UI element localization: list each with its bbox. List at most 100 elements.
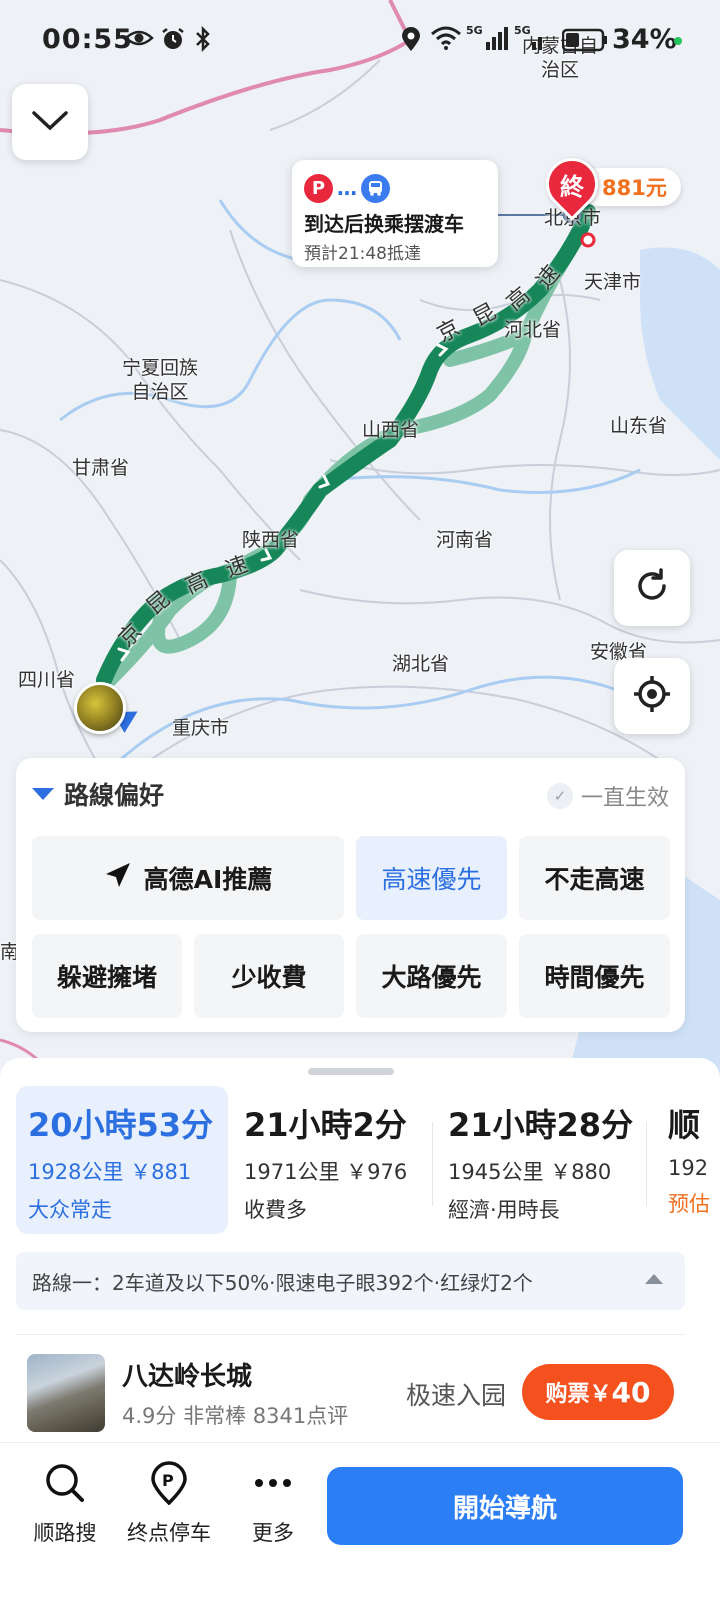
svg-text:5G: 5G: [466, 24, 483, 37]
refresh-button[interactable]: [614, 550, 690, 626]
destination-pin-label: 終: [560, 172, 584, 201]
pref-avoid-jam-label: 躲避擁堵: [56, 963, 157, 992]
route-time: 20小時53分: [28, 1106, 214, 1144]
refresh-icon: [633, 567, 671, 609]
route-option-2[interactable]: 21小時2分 1971公里 ￥976 收費多: [232, 1086, 428, 1234]
pref-ai-recommend-button[interactable]: 高德AI推薦: [32, 836, 344, 920]
label-sichuan: 四川省: [18, 669, 76, 691]
crosshair-icon: [632, 674, 672, 718]
ellipsis-icon: …: [337, 176, 357, 200]
start-navigation-button[interactable]: 開始導航: [327, 1467, 683, 1545]
parking-icon: P: [304, 173, 333, 203]
more-button[interactable]: 更多: [228, 1461, 318, 1547]
label-tianjin: 天津市: [584, 271, 642, 293]
start-avatar[interactable]: [74, 682, 126, 734]
search-icon: [43, 1461, 87, 1509]
bluetooth-icon: [194, 25, 212, 58]
route-tag: 經濟·用時長: [448, 1198, 560, 1222]
route-distance-cost: 1928公里 ￥881: [28, 1160, 192, 1184]
more-dots-icon: [251, 1461, 295, 1509]
label-shanxi: 山西省: [362, 419, 420, 441]
poi-rating: 4.9分 非常棒 8341点评: [122, 1404, 349, 1428]
battery-icon: [561, 28, 608, 58]
clock: 00:55: [42, 24, 133, 55]
preference-title: 路線偏好: [64, 781, 165, 810]
route-divider: [646, 1122, 647, 1206]
more-label: 更多: [252, 1521, 294, 1545]
pref-time-label: 時間優先: [544, 963, 645, 992]
always-effective-label: 一直生效: [580, 786, 669, 811]
bottom-action-bar: 顺路搜 P 终点停车 更多 開始導航: [0, 1442, 720, 1610]
chevron-down-icon: [30, 108, 70, 136]
collapse-button[interactable]: [12, 84, 88, 160]
wifi-icon: [430, 26, 462, 56]
signal-5g-icon: 5G: [514, 24, 544, 55]
route-preference-panel: 路線偏好 ✓ 一直生效 高德AI推薦 高速優先 不走高速 躲避擁堵 少收費 大路…: [16, 758, 685, 1032]
route-option-1[interactable]: 20小時53分 1928公里 ￥881 大众常走: [16, 1086, 228, 1234]
ticket-label: 购票: [545, 1382, 590, 1407]
parking-pin-icon: P: [149, 1461, 189, 1509]
label-henan: 河南省: [436, 529, 494, 551]
route-distance-cost: 1971公里 ￥976: [244, 1160, 408, 1184]
pref-main-road-button[interactable]: 大路優先: [356, 934, 507, 1018]
label-hebei: 河北省: [504, 319, 562, 341]
ticket-currency: ￥: [589, 1382, 612, 1407]
buy-ticket-button[interactable]: 购票 ￥ 40: [522, 1364, 674, 1420]
pref-highway-label: 高速優先: [381, 865, 482, 894]
caret-up-icon: [645, 1274, 663, 1284]
pref-ai-label: 高德AI推薦: [143, 865, 273, 894]
pref-highway-first-button[interactable]: 高速優先: [356, 836, 507, 920]
always-effective-toggle[interactable]: ✓ 一直生效: [546, 780, 669, 812]
route-tag: 收費多: [244, 1198, 307, 1222]
route-info-bar[interactable]: 路線一：2车道及以下50%·限速电子眼392个·红绿灯2个: [16, 1252, 685, 1310]
label-shaanxi: 陕西省: [242, 529, 300, 551]
preference-header[interactable]: 路線偏好: [32, 776, 164, 812]
route-option-3[interactable]: 21小時28分 1945公里 ￥880 經濟·用時長: [436, 1086, 642, 1234]
signal-5g-icon: 5G: [466, 24, 510, 55]
label-gansu: 甘肃省: [72, 457, 130, 479]
locate-button[interactable]: [614, 658, 690, 734]
route-option-4[interactable]: 顺 192 预估: [656, 1086, 720, 1234]
route-time: 顺: [668, 1106, 701, 1144]
route-divider: [432, 1122, 433, 1206]
destination-parking-button[interactable]: P 终点停车: [124, 1461, 214, 1547]
svg-text:5G: 5G: [514, 24, 531, 37]
ticket-price: 40: [611, 1375, 651, 1409]
route-time: 21小時28分: [448, 1106, 634, 1144]
triangle-down-icon: [32, 788, 54, 800]
check-icon: ✓: [546, 783, 573, 809]
poi-thumbnail[interactable]: [27, 1354, 105, 1432]
battery-percent: 34%: [612, 24, 677, 55]
callout-title: 到达后换乘摆渡车: [304, 212, 464, 236]
route-tag: 大众常走: [28, 1198, 112, 1222]
drag-handle[interactable]: [308, 1068, 394, 1075]
pref-no-highway-label: 不走高速: [544, 865, 645, 894]
route-distance-cost: 192: [668, 1156, 709, 1180]
route-tag: 预估: [668, 1192, 710, 1216]
route-info-text: 路線一：2车道及以下50%·限速电子眼392个·红绿灯2个: [32, 1270, 533, 1295]
label-chongqing: 重庆市: [172, 717, 230, 739]
pref-avoid-jam-button[interactable]: 躲避擁堵: [32, 934, 182, 1018]
along-route-search-button[interactable]: 顺路搜: [20, 1461, 110, 1547]
route-callout[interactable]: P … 到达后换乘摆渡车 預計21:48抵達: [292, 160, 498, 267]
pref-no-highway-button[interactable]: 不走高速: [519, 836, 670, 920]
svg-text:P: P: [162, 1471, 174, 1490]
pref-less-toll-label: 少收費: [231, 963, 307, 992]
pref-main-road-label: 大路優先: [381, 963, 482, 992]
alarm-icon: [160, 26, 186, 58]
shuttle-bus-icon: [361, 173, 390, 203]
send-arrow-icon: [104, 861, 132, 895]
callout-eta: 預計21:48抵達: [304, 244, 421, 264]
along-search-label: 顺路搜: [33, 1521, 97, 1545]
dest-parking-label: 终点停车: [127, 1521, 211, 1545]
poi-fast-entry: 极速入园: [406, 1381, 507, 1410]
poi-name[interactable]: 八达岭长城: [122, 1356, 252, 1393]
location-icon: [400, 26, 422, 58]
divider: [16, 1334, 685, 1335]
pref-less-toll-button[interactable]: 少收費: [194, 934, 344, 1018]
eye-icon: [124, 26, 154, 56]
route-distance-cost: 1945公里 ￥880: [448, 1160, 612, 1184]
label-shandong: 山东省: [610, 415, 668, 437]
charging-dot: [674, 37, 682, 45]
pref-time-first-button[interactable]: 時間優先: [519, 934, 670, 1018]
